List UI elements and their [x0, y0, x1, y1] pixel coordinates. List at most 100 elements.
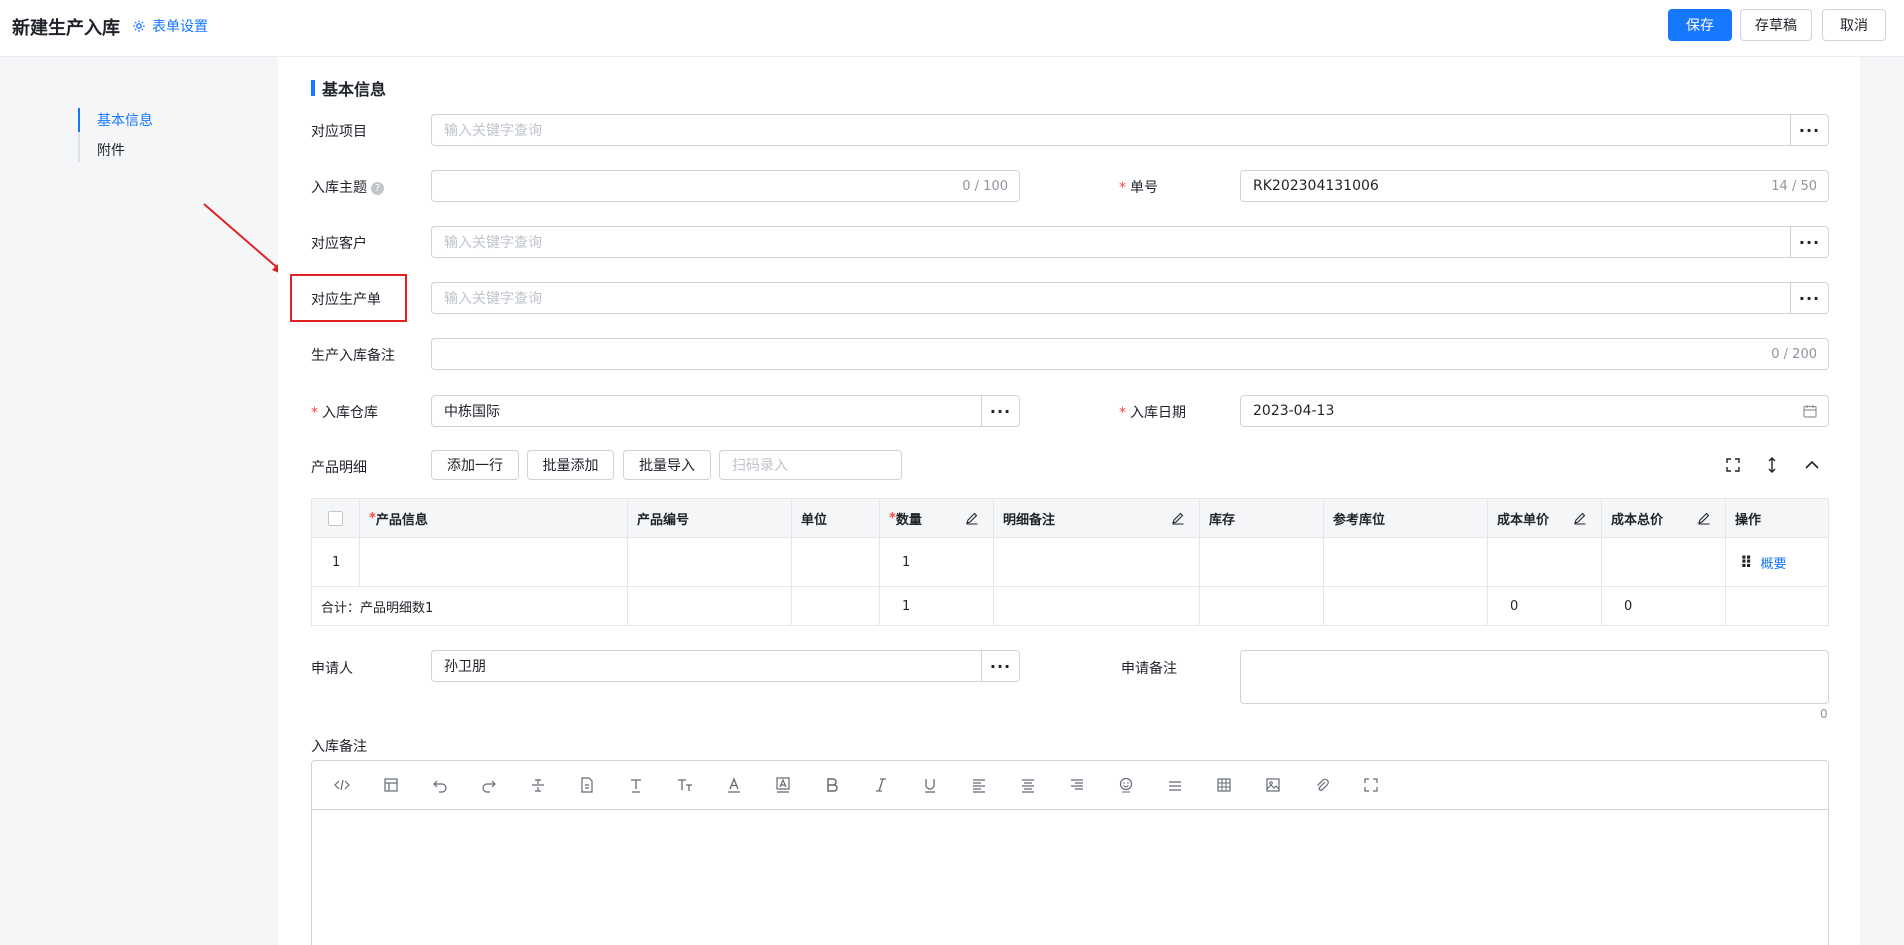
overview-link[interactable]: 概要 [1761, 553, 1787, 572]
format-icon[interactable] [577, 775, 597, 795]
batch-add-button[interactable]: 批量添加 [527, 450, 614, 480]
subject-input[interactable]: 0 / 100 [431, 170, 1020, 202]
applicant-more-button[interactable]: ··· [981, 651, 1019, 681]
font-size-icon[interactable] [626, 775, 646, 795]
bold-icon[interactable] [822, 775, 842, 795]
order-no-char-count: 14 / 50 [1771, 178, 1817, 194]
edit-icon[interactable] [1171, 511, 1185, 525]
font-color-icon[interactable] [724, 775, 744, 795]
cancel-button[interactable]: 取消 [1822, 9, 1886, 41]
align-center-icon[interactable] [1018, 775, 1038, 795]
required-mark: * [369, 510, 376, 526]
nav-item-basic-info[interactable]: 基本信息 [97, 110, 153, 130]
select-all-checkbox[interactable] [328, 510, 343, 526]
project-field[interactable]: 输入关键字查询 ··· [431, 114, 1829, 146]
total-stock [1200, 587, 1324, 625]
expand-icon[interactable] [1724, 456, 1742, 474]
select-all-cell [312, 499, 360, 537]
row-unit-cost[interactable] [1488, 538, 1602, 586]
scan-input[interactable]: 扫码录入 [719, 450, 902, 480]
project-more-button[interactable]: ··· [1790, 115, 1828, 145]
required-mark: * [889, 510, 896, 526]
col-detail-remark: 明细备注 [994, 499, 1200, 537]
row-height-icon[interactable] [1763, 456, 1781, 474]
help-icon[interactable]: ? [371, 182, 384, 195]
order-no-input[interactable]: RK202304131006 14 / 50 [1240, 170, 1829, 202]
edit-icon[interactable] [965, 511, 979, 525]
drag-handle-icon[interactable]: ⠿ [1740, 553, 1752, 572]
warehouse-more-button[interactable]: ··· [981, 396, 1019, 426]
col-detail-remark-text: 明细备注 [1003, 512, 1056, 528]
horizontal-rule-icon[interactable] [1165, 775, 1185, 795]
align-right-icon[interactable] [1067, 775, 1087, 795]
apply-remark-textarea[interactable] [1240, 650, 1829, 704]
production-order-field[interactable]: 输入关键字查询 ··· [431, 282, 1829, 314]
stock-remark-label: 入库备注 [311, 739, 367, 755]
background-color-icon[interactable] [773, 775, 793, 795]
order-no-label: * 单号 [1119, 177, 1158, 197]
col-product-info-text: 产品信息 [375, 512, 428, 528]
nav-item-attachments[interactable]: 附件 [97, 140, 125, 160]
production-order-placeholder: 输入关键字查询 [444, 291, 542, 307]
warehouse-label-text: 入库仓库 [322, 405, 378, 421]
fullscreen-icon[interactable] [1361, 775, 1381, 795]
save-draft-button[interactable]: 存草稿 [1740, 9, 1812, 41]
rich-text-editor[interactable] [311, 760, 1829, 945]
template-icon[interactable] [381, 775, 401, 795]
top-bar: 新建生产入库 表单设置 保存 存草稿 取消 [0, 0, 1904, 57]
attachment-icon[interactable] [1312, 775, 1332, 795]
applicant-label: 申请人 [311, 661, 353, 677]
applicant-field[interactable]: 孙卫朋 ··· [431, 650, 1020, 682]
products-table: * 产品信息 产品编号 单位 * 数量 明细备注 库存 参考库位 成本单价 成本总价… [311, 498, 1829, 626]
subject-char-count: 0 / 100 [962, 178, 1008, 194]
add-row-button[interactable]: 添加一行 [431, 450, 519, 480]
customer-field[interactable]: 输入关键字查询 ··· [431, 226, 1829, 258]
code-icon[interactable] [332, 775, 352, 795]
date-picker[interactable]: 2023-04-13 [1240, 395, 1829, 427]
production-order-more-button[interactable]: ··· [1790, 283, 1828, 313]
undo-icon[interactable] [430, 775, 450, 795]
edit-icon[interactable] [1573, 511, 1587, 525]
edit-icon[interactable] [1697, 511, 1711, 525]
chevron-up-icon[interactable] [1803, 456, 1821, 474]
date-label: * 入库日期 [1119, 402, 1186, 422]
table-total-row: 合计：产品明细数1 1 0 0 [312, 587, 1828, 625]
row-detail-remark[interactable] [994, 538, 1200, 586]
col-product-info: * 产品信息 [360, 499, 628, 537]
apply-remark-char-count: 0 [1820, 707, 1828, 721]
annotation-arrow [203, 203, 286, 276]
project-placeholder: 输入关键字查询 [444, 123, 542, 139]
form-settings-link[interactable]: 表单设置 [132, 16, 208, 36]
save-button[interactable]: 保存 [1668, 9, 1732, 41]
italic-icon[interactable] [871, 775, 891, 795]
row-product-info[interactable] [360, 538, 628, 586]
remark-input[interactable]: 0 / 200 [431, 338, 1829, 370]
calendar-icon[interactable] [1792, 404, 1828, 418]
image-icon[interactable] [1263, 775, 1283, 795]
gear-icon [133, 20, 145, 32]
right-margin [1860, 57, 1904, 945]
row-actions: ⠿ 概要 [1726, 538, 1828, 586]
customer-more-button[interactable]: ··· [1790, 227, 1828, 257]
underline-icon[interactable] [920, 775, 940, 795]
table-icon[interactable] [1214, 775, 1234, 795]
apply-remark-label: 申请备注 [1121, 661, 1177, 677]
align-left-icon[interactable] [969, 775, 989, 795]
warehouse-field[interactable]: 中栋国际 ··· [431, 395, 1020, 427]
batch-import-button[interactable]: 批量导入 [623, 450, 711, 480]
emoji-icon[interactable] [1116, 775, 1136, 795]
row-product-code [628, 538, 792, 586]
text-style-icon[interactable] [675, 775, 695, 795]
customer-label: 对应客户 [311, 236, 367, 252]
row-total-cost[interactable] [1602, 538, 1726, 586]
col-product-code: 产品编号 [628, 499, 792, 537]
strikethrough-icon[interactable] [528, 775, 548, 795]
row-quantity[interactable]: 1 [880, 538, 994, 586]
total-quantity: 1 [880, 587, 994, 625]
page-title: 新建生产入库 [12, 18, 120, 39]
order-no-value: RK202304131006 [1253, 178, 1379, 194]
row-ref-location [1324, 538, 1488, 586]
products-label: 产品明细 [311, 460, 367, 476]
redo-icon[interactable] [479, 775, 499, 795]
col-total-cost-text: 成本总价 [1611, 512, 1664, 528]
